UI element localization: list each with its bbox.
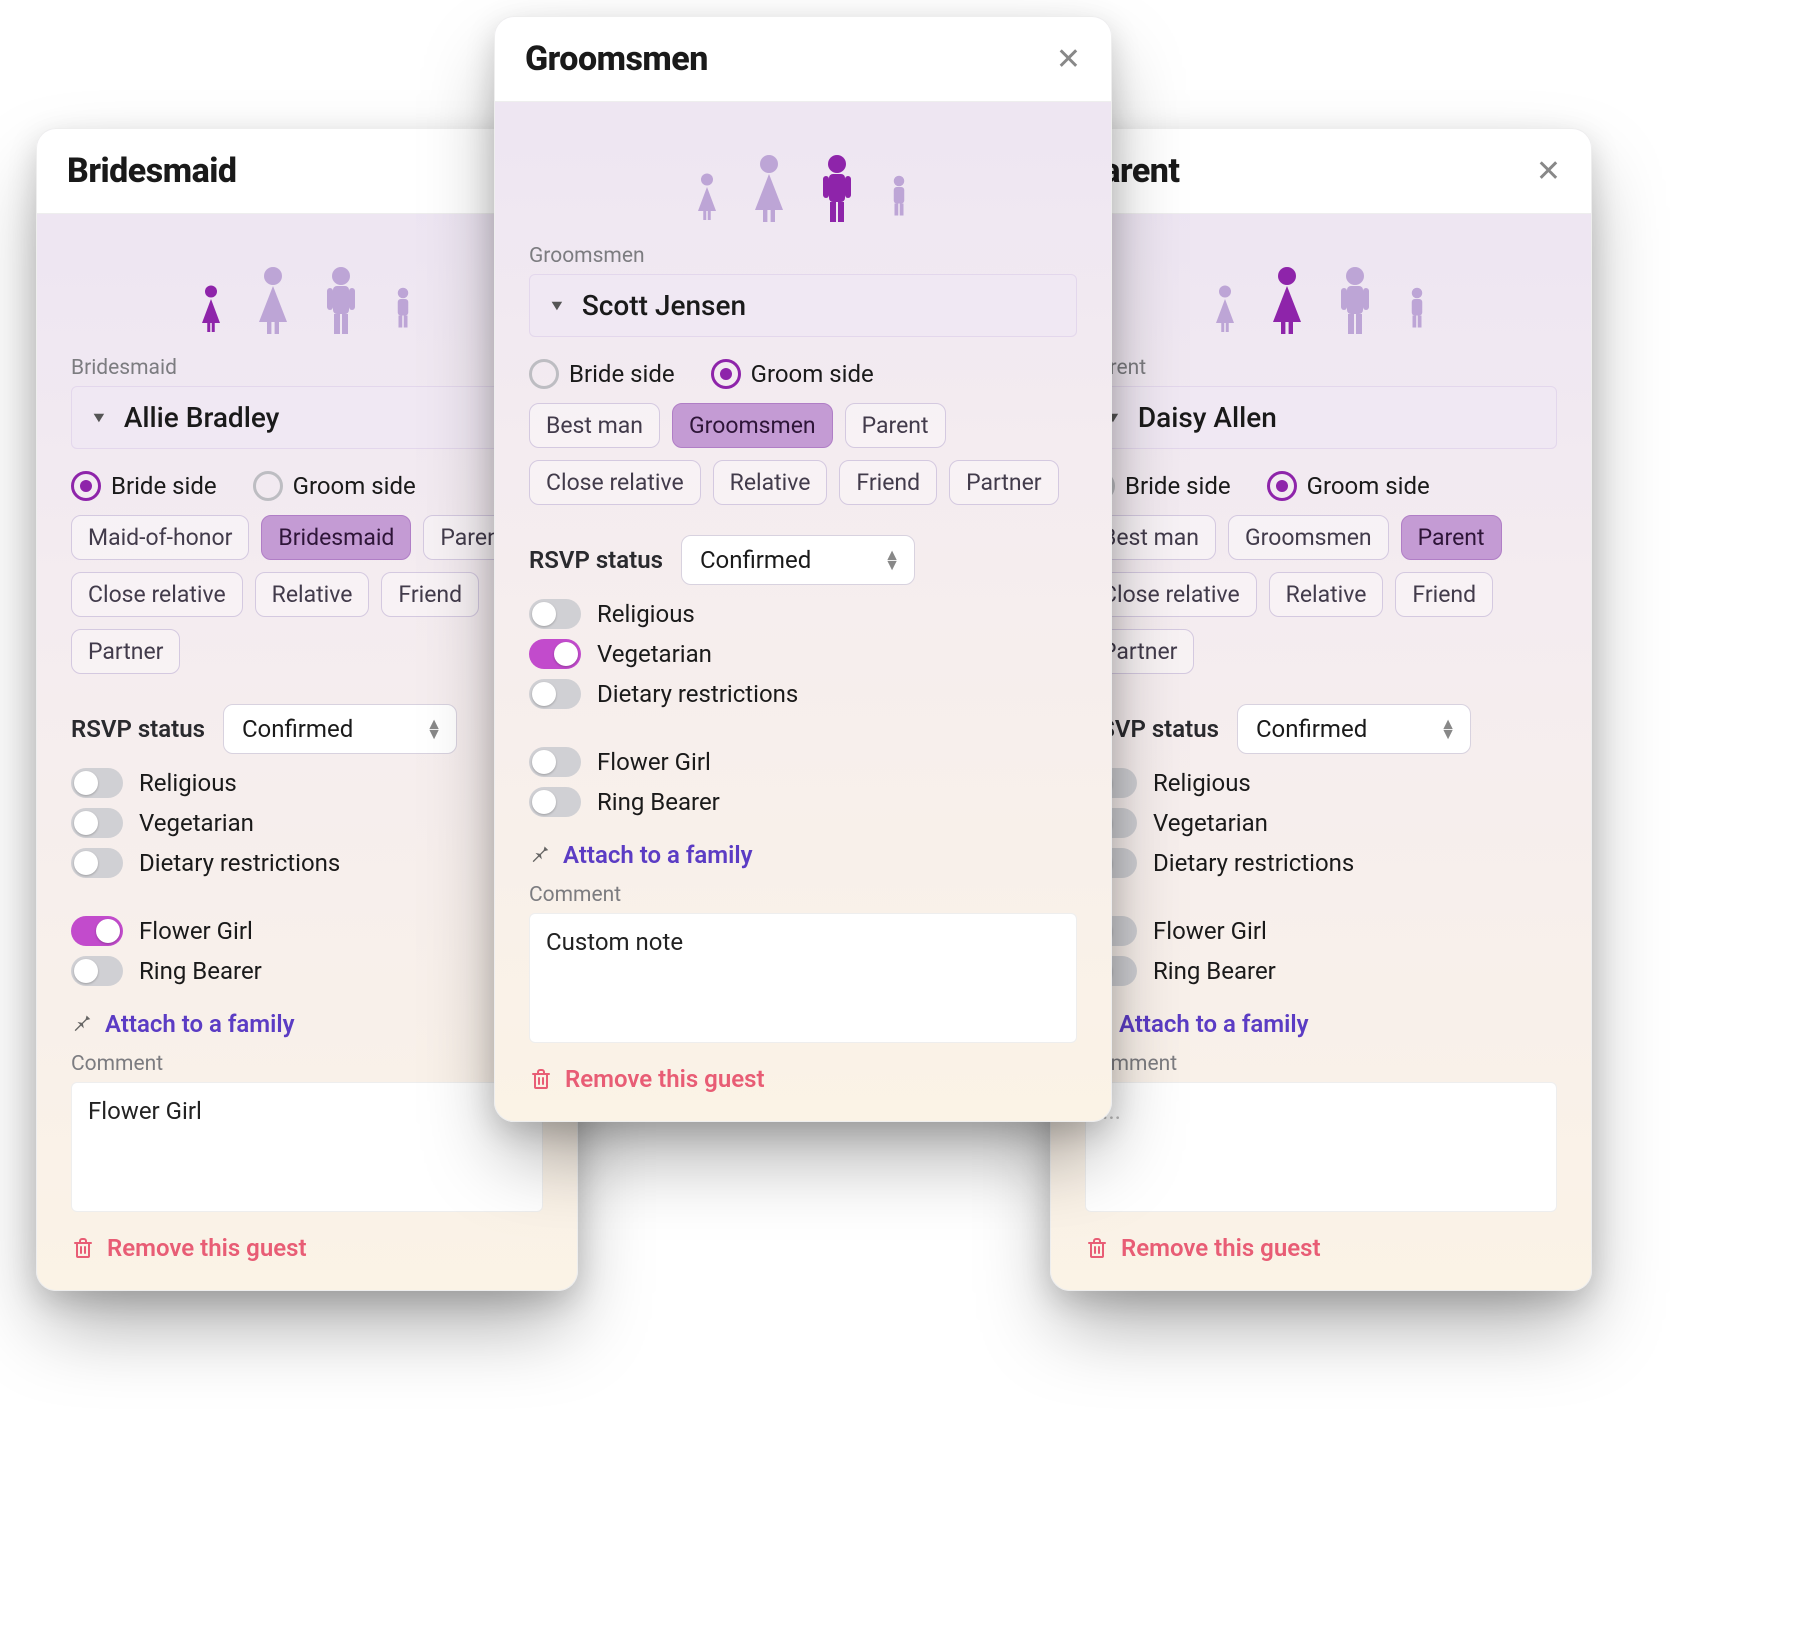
role-chips: Maid-of-honorBridesmaidParentClose relat… [71, 515, 543, 674]
role-chip[interactable]: Friend [381, 572, 479, 617]
comment-input[interactable]: Flower Girl [71, 1082, 543, 1212]
boy-icon[interactable] [1399, 266, 1435, 338]
woman-icon[interactable] [1263, 266, 1311, 338]
role-chip[interactable]: Relative [255, 572, 370, 617]
chevron-down-icon: ▼ [548, 297, 566, 314]
side-radio-group: Bride side Groom side [1085, 471, 1557, 501]
person-type-selector [529, 154, 1077, 226]
role-chip[interactable]: Partner [949, 460, 1058, 505]
rsvp-select[interactable]: Confirmed▲▼ [1237, 704, 1471, 754]
toggle-vegetarian[interactable] [71, 808, 123, 838]
side-radio-group: Bride side Groom side [529, 359, 1077, 389]
toggle-vegetarian[interactable] [529, 639, 581, 669]
person-type-selector [1085, 266, 1557, 338]
role-chip[interactable]: Relative [713, 460, 828, 505]
sort-arrows-icon: ▲▼ [884, 550, 900, 570]
remove-guest-button[interactable]: Remove this guest [1085, 1234, 1557, 1262]
attach-family-button[interactable]: Attach to a family [529, 841, 1077, 869]
close-icon[interactable]: ✕ [1056, 42, 1081, 77]
radio-bride-side[interactable]: Bride side [529, 359, 675, 389]
comment-label: Comment [71, 1052, 543, 1076]
card-title: Groomsmen [525, 39, 708, 79]
toggle-ringbearer[interactable] [529, 787, 581, 817]
role-chips: Best manGroomsmenParentClose relativeRel… [1085, 515, 1557, 674]
chevron-down-icon: ▼ [90, 409, 108, 426]
trash-icon [529, 1066, 553, 1092]
role-label: Groomsmen [529, 244, 1077, 268]
guest-name-field[interactable]: ▼ Scott Jensen [529, 274, 1077, 337]
guest-name: Allie Bradley [124, 401, 280, 434]
girl-icon[interactable] [1207, 266, 1243, 338]
toggle-religious[interactable] [529, 599, 581, 629]
rsvp-label: RSVP status [71, 715, 205, 743]
role-chip[interactable]: Groomsmen [1228, 515, 1389, 560]
role-chip[interactable]: Best man [529, 403, 660, 448]
role-chip[interactable]: Friend [1395, 572, 1493, 617]
radio-groom-side[interactable]: Groom side [253, 471, 416, 501]
role-label: Parent [1085, 356, 1557, 380]
close-icon[interactable]: ✕ [1536, 154, 1561, 189]
card-header: Parent ✕ [1051, 129, 1591, 214]
role-chip[interactable]: Friend [839, 460, 937, 505]
woman-icon[interactable] [745, 154, 793, 226]
pin-icon [529, 841, 551, 869]
boy-icon[interactable] [881, 154, 917, 226]
card-title: Bridesmaid [67, 151, 237, 191]
role-chips: Best man Groomsmen Parent Close relative Rel… [529, 403, 1077, 505]
guest-card-parent: Parent ✕ Parent ▼ Daisy Allen Bride side… [1050, 128, 1592, 1291]
role-label: Bridesmaid [71, 356, 543, 380]
comment-input[interactable]: Custom note [529, 913, 1077, 1043]
sort-arrows-icon: ▲▼ [1440, 719, 1456, 739]
attach-family-button[interactable]: Attach to a family [71, 1010, 543, 1038]
radio-bride-side[interactable]: Bride side [71, 471, 217, 501]
toggle-ringbearer[interactable] [71, 956, 123, 986]
guest-name-field[interactable]: ▼ Allie Bradley [71, 386, 543, 449]
man-icon[interactable] [813, 154, 861, 226]
comment-label: Comment [529, 883, 1077, 907]
boy-icon[interactable] [385, 266, 421, 338]
role-chip[interactable]: Close relative [529, 460, 701, 505]
card-header: Groomsmen ✕ [495, 17, 1111, 102]
radio-groom-side[interactable]: Groom side [711, 359, 874, 389]
woman-icon[interactable] [249, 266, 297, 338]
role-chip[interactable]: Bridesmaid [261, 515, 411, 560]
trash-icon [71, 1235, 95, 1261]
remove-guest-button[interactable]: Remove this guest [529, 1065, 1077, 1093]
role-chip[interactable]: Parent [845, 403, 946, 448]
girl-icon[interactable] [193, 266, 229, 338]
trash-icon [1085, 1235, 1109, 1261]
toggle-dietary[interactable] [71, 848, 123, 878]
toggle-dietary[interactable] [529, 679, 581, 709]
rsvp-label: RSVP status [529, 546, 663, 574]
pin-icon [71, 1010, 93, 1038]
role-chip[interactable]: Relative [1269, 572, 1384, 617]
guest-name-field[interactable]: ▼ Daisy Allen [1085, 386, 1557, 449]
role-chip[interactable]: Maid-of-honor [71, 515, 249, 560]
role-chip[interactable]: Partner [71, 629, 180, 674]
man-icon[interactable] [1331, 266, 1379, 338]
guest-name: Daisy Allen [1138, 401, 1277, 434]
comment-input[interactable]: ... [1085, 1082, 1557, 1212]
girl-icon[interactable] [689, 154, 725, 226]
rsvp-select[interactable]: Confirmed▲▼ [681, 535, 915, 585]
role-chip[interactable]: Close relative [71, 572, 243, 617]
person-type-selector [71, 266, 543, 338]
guest-name: Scott Jensen [582, 289, 746, 322]
remove-guest-button[interactable]: Remove this guest [71, 1234, 543, 1262]
toggle-religious[interactable] [71, 768, 123, 798]
comment-label: Comment [1085, 1052, 1557, 1076]
sort-arrows-icon: ▲▼ [426, 719, 442, 739]
radio-groom-side[interactable]: Groom side [1267, 471, 1430, 501]
attach-family-button[interactable]: Attach to a family [1085, 1010, 1557, 1038]
rsvp-select[interactable]: Confirmed▲▼ [223, 704, 457, 754]
toggle-flowergirl[interactable] [71, 916, 123, 946]
man-icon[interactable] [317, 266, 365, 338]
role-chip[interactable]: Groomsmen [672, 403, 833, 448]
role-chip[interactable]: Parent [1401, 515, 1502, 560]
toggle-flowergirl[interactable] [529, 747, 581, 777]
side-radio-group: Bride side Groom side [71, 471, 543, 501]
guest-card-groomsmen: Groomsmen ✕ Groomsmen ▼ Scott Jensen Bri… [494, 16, 1112, 1122]
